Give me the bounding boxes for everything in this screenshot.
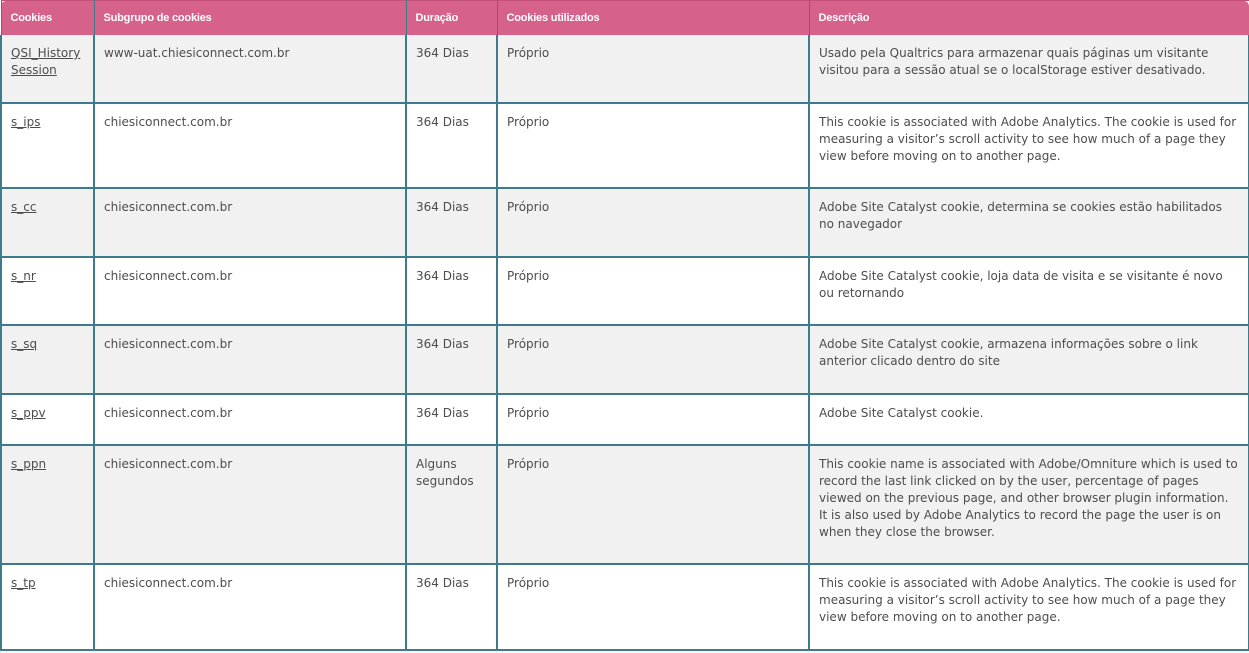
cell-subgroup: chiesiconnect.com.br [93, 445, 407, 565]
cookie-name-link[interactable]: s_sq [11, 337, 37, 351]
cell-subgroup: chiesiconnect.com.br [93, 394, 407, 446]
cell-duration: 364 Dias [405, 35, 498, 104]
table-row: s_tp chiesiconnect.com.br 364 Dias Própr… [0, 564, 1249, 651]
cell-subgroup: www-uat.chiesiconnect.com.br [93, 35, 407, 104]
cell-subgroup: chiesiconnect.com.br [93, 564, 407, 651]
cell-cookie: s_ips [0, 103, 95, 189]
cookie-name-link[interactable]: s_ppn [11, 457, 46, 471]
cell-duration: 364 Dias [405, 188, 498, 258]
cookie-table-container: Cookies Subgrupo de cookies Duração Cook… [0, 0, 1249, 653]
cell-subgroup: chiesiconnect.com.br [93, 257, 407, 326]
cell-subgroup: chiesiconnect.com.br [93, 188, 407, 258]
cookie-name-link[interactable]: QSI_History Session [11, 46, 80, 77]
cell-subgroup: chiesiconnect.com.br [93, 325, 407, 395]
cookie-table: Cookies Subgrupo de cookies Duração Cook… [0, 0, 1249, 651]
table-row: s_ips chiesiconnect.com.br 364 Dias Próp… [0, 103, 1249, 189]
cookie-name-link[interactable]: s_ips [11, 115, 40, 129]
cookie-name-link[interactable]: s_cc [11, 200, 36, 214]
cell-cookies-used: Próprio [496, 394, 810, 446]
cell-cookies-used: Próprio [496, 445, 810, 565]
cell-cookie: QSI_History Session [0, 35, 95, 104]
cell-duration: 364 Dias [405, 325, 498, 395]
table-row: s_sq chiesiconnect.com.br 364 Dias Própr… [0, 325, 1249, 395]
cell-cookie: s_ppn [0, 445, 95, 565]
cell-subgroup: chiesiconnect.com.br [93, 103, 407, 189]
cell-description: Adobe Site Catalyst cookie, loja data de… [808, 257, 1249, 326]
header-duration: Duração [406, 0, 498, 35]
table-row: s_ppv chiesiconnect.com.br 364 Dias Próp… [0, 394, 1249, 446]
header-cookies-used: Cookies utilizados [497, 0, 810, 35]
cell-cookie: s_nr [0, 257, 95, 326]
cell-duration: Alguns segundos [405, 445, 498, 565]
cell-cookies-used: Próprio [496, 325, 810, 395]
cell-cookie: s_sq [0, 325, 95, 395]
cell-duration: 364 Dias [405, 257, 498, 326]
cookie-name-link[interactable]: s_tp [11, 576, 36, 590]
header-description: Descrição [809, 0, 1249, 35]
cell-description: This cookie is associated with Adobe Ana… [808, 103, 1249, 189]
table-row: s_nr chiesiconnect.com.br 364 Dias Própr… [0, 257, 1249, 326]
header-subgroup: Subgrupo de cookies [94, 0, 407, 35]
table-row: QSI_History Session www-uat.chiesiconnec… [0, 35, 1249, 104]
cell-cookies-used: Próprio [496, 257, 810, 326]
cell-description: Usado pela Qualtrics para armazenar quai… [808, 35, 1249, 104]
cell-description: Adobe Site Catalyst cookie, determina se… [808, 188, 1249, 258]
cell-cookie: s_tp [0, 564, 95, 651]
cell-cookie: s_ppv [0, 394, 95, 446]
table-row: s_cc chiesiconnect.com.br 364 Dias Própr… [0, 188, 1249, 258]
cell-description: This cookie is associated with Adobe Ana… [808, 564, 1249, 651]
table-header-row: Cookies Subgrupo de cookies Duração Cook… [0, 0, 1249, 35]
cell-cookies-used: Próprio [496, 188, 810, 258]
header-cookies: Cookies [0, 0, 95, 35]
cell-description: Adobe Site Catalyst cookie, armazena inf… [808, 325, 1249, 395]
cell-cookies-used: Próprio [496, 35, 810, 104]
cell-cookies-used: Próprio [496, 564, 810, 651]
cell-description: This cookie name is associated with Adob… [808, 445, 1249, 565]
cell-duration: 364 Dias [405, 103, 498, 189]
cell-description: Adobe Site Catalyst cookie. [808, 394, 1249, 446]
cell-duration: 364 Dias [405, 564, 498, 651]
cell-cookies-used: Próprio [496, 103, 810, 189]
cookie-name-link[interactable]: s_ppv [11, 406, 46, 420]
table-row: s_ppn chiesiconnect.com.br Alguns segund… [0, 445, 1249, 565]
cell-duration: 364 Dias [405, 394, 498, 446]
cell-cookie: s_cc [0, 188, 95, 258]
cookie-name-link[interactable]: s_nr [11, 269, 36, 283]
